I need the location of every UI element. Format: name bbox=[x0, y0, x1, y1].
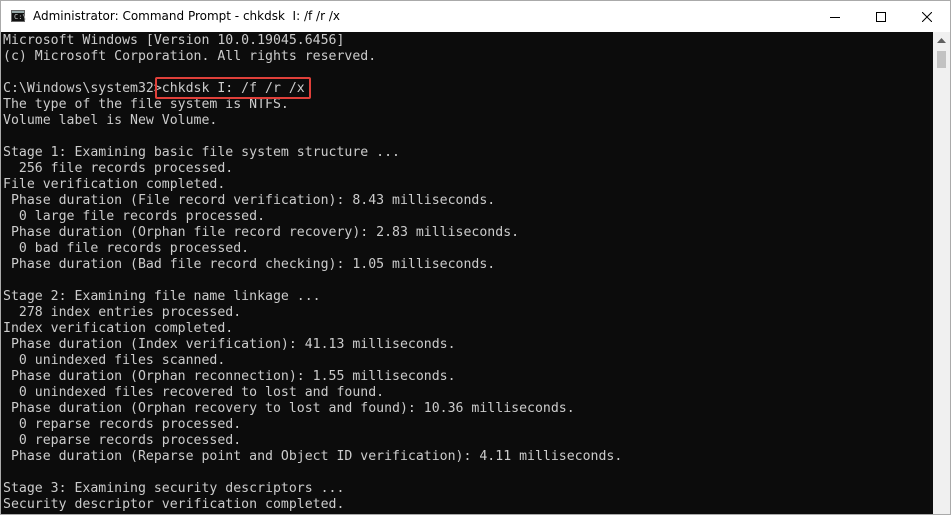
console-line: Phase duration (Index verification): 41.… bbox=[3, 337, 456, 352]
console-line: 278 index entries processed. bbox=[3, 305, 242, 320]
console-line: 0 unindexed files recovered to lost and … bbox=[3, 385, 385, 400]
maximize-button[interactable] bbox=[858, 1, 904, 32]
console-line: Phase duration (Reparse point and Object… bbox=[3, 449, 623, 464]
console-line: File verification completed. bbox=[3, 177, 226, 192]
maximize-icon bbox=[876, 11, 886, 22]
console-line: 256 file records processed. bbox=[3, 161, 234, 176]
console-line: Security descriptor verification complet… bbox=[3, 497, 345, 512]
console-line: 0 large file records processed. bbox=[3, 209, 266, 224]
window-title: Administrator: Command Prompt - chkdsk I… bbox=[33, 9, 340, 23]
console-line: Phase duration (Bad file record checking… bbox=[3, 257, 496, 272]
scroll-thumb[interactable] bbox=[937, 51, 946, 68]
console-output[interactable]: Microsoft Windows [Version 10.0.19045.64… bbox=[1, 32, 933, 514]
console-line: Phase duration (File record verification… bbox=[3, 193, 496, 208]
console-line: Stage 2: Examining file name linkage ... bbox=[3, 289, 321, 304]
vertical-scrollbar[interactable] bbox=[933, 32, 950, 514]
minimize-button[interactable] bbox=[812, 1, 858, 32]
console-line: Stage 3: Examining security descriptors … bbox=[3, 481, 345, 496]
console-line: Phase duration (Orphan file record recov… bbox=[3, 225, 520, 240]
console-line: C:\Windows\system32>chkdsk I: /f /r /x bbox=[3, 81, 305, 96]
console-line: (c) Microsoft Corporation. All rights re… bbox=[3, 49, 377, 64]
title-bar[interactable]: C:\ Administrator: Command Prompt - chkd… bbox=[1, 1, 950, 32]
console-line: Phase duration (Orphan reconnection): 1.… bbox=[3, 369, 456, 384]
console-line: Volume label is New Volume. bbox=[3, 113, 218, 128]
console-line: Index verification completed. bbox=[3, 321, 234, 336]
icon-text: C:\ bbox=[14, 13, 27, 21]
close-icon bbox=[922, 11, 932, 22]
console-line: The type of the file system is NTFS. bbox=[3, 97, 289, 112]
command-prompt-icon[interactable]: C:\ bbox=[11, 10, 27, 22]
console-line: Stage 1: Examining basic file system str… bbox=[3, 145, 400, 160]
console-line: 0 reparse records processed. bbox=[3, 417, 242, 432]
chevron-up-icon bbox=[937, 37, 946, 43]
console-text: Microsoft Windows [Version 10.0.19045.64… bbox=[1, 32, 933, 513]
console-line: 0 unindexed files scanned. bbox=[3, 353, 226, 368]
console-line: Phase duration (Orphan recovery to lost … bbox=[3, 401, 575, 416]
command-highlight-box bbox=[155, 77, 311, 99]
scroll-up-button[interactable] bbox=[933, 32, 950, 49]
minimize-icon bbox=[830, 16, 840, 18]
console-line: 0 reparse records processed. bbox=[3, 433, 242, 448]
close-button[interactable] bbox=[904, 1, 950, 32]
console-line: 0 bad file records processed. bbox=[3, 241, 250, 256]
command-prompt-window: C:\ Administrator: Command Prompt - chkd… bbox=[0, 0, 951, 515]
console-line: Microsoft Windows [Version 10.0.19045.64… bbox=[3, 33, 345, 48]
